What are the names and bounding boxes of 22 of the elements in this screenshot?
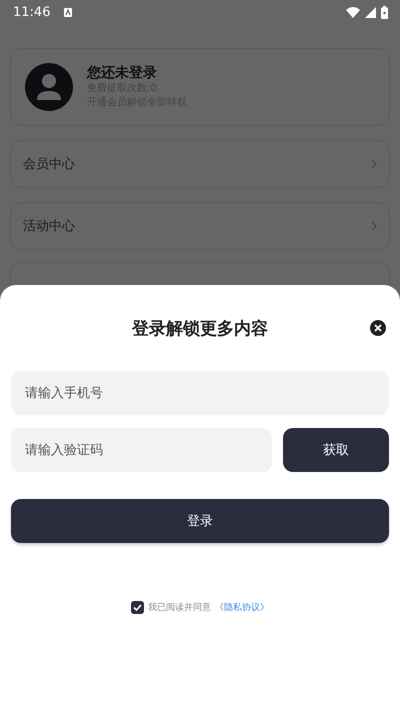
battery-icon xyxy=(381,6,388,18)
chevron-right-icon xyxy=(371,221,377,231)
menu-item[interactable]: 活动中心 xyxy=(10,202,390,250)
code-field[interactable]: 请输入验证码 xyxy=(11,428,272,472)
sheet-title: 登录解锁更多内容 xyxy=(132,318,268,340)
clock: 11:46 xyxy=(13,4,50,20)
agreement-checkbox[interactable] xyxy=(131,601,144,614)
signal-icon xyxy=(365,6,376,18)
agreement-text: 我已阅读并同意 xyxy=(148,602,211,614)
menu-label: 会员中心 xyxy=(23,156,75,173)
get-code-button[interactable]: 获取 xyxy=(283,428,389,472)
chevron-right-icon xyxy=(371,159,377,169)
menu-label: 活动中心 xyxy=(23,218,75,235)
menu-item[interactable]: 会员中心 xyxy=(10,140,390,188)
phone-field[interactable]: 请输入手机号 xyxy=(11,371,389,415)
login-status: 您还未登录 xyxy=(87,64,158,82)
close-icon[interactable] xyxy=(370,320,386,336)
avatar-icon xyxy=(25,63,73,111)
privacy-link[interactable]: 《隐私协议》 xyxy=(215,601,269,614)
wifi-icon xyxy=(346,6,360,18)
notification-icon xyxy=(64,8,72,16)
login-button[interactable]: 登录 xyxy=(11,499,389,543)
